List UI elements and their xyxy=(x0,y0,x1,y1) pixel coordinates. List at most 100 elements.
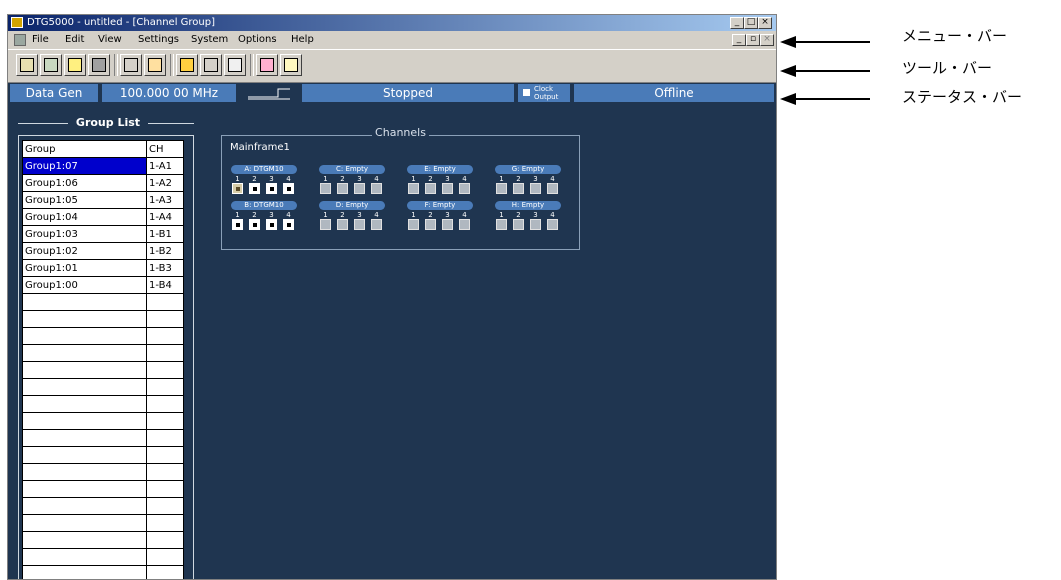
empty-cell[interactable] xyxy=(146,412,184,430)
doc-close-button[interactable]: × xyxy=(760,34,774,46)
channel-empty-box[interactable] xyxy=(408,219,419,230)
empty-table-row[interactable] xyxy=(22,327,184,345)
empty-cell[interactable] xyxy=(22,497,147,515)
channel-assigned-box[interactable] xyxy=(232,183,243,194)
empty-cell[interactable] xyxy=(22,480,147,498)
channel-empty-box[interactable] xyxy=(425,219,436,230)
menu-view[interactable]: View xyxy=(98,34,122,45)
empty-table-row[interactable] xyxy=(22,548,184,566)
channel-empty-box[interactable] xyxy=(513,183,524,194)
empty-table-row[interactable] xyxy=(22,497,184,515)
empty-cell[interactable] xyxy=(22,429,147,447)
empty-table-row[interactable] xyxy=(22,378,184,396)
empty-cell[interactable] xyxy=(146,463,184,481)
empty-cell[interactable] xyxy=(22,548,147,566)
minimize-button[interactable]: _ xyxy=(730,17,744,29)
channel-assigned-box[interactable] xyxy=(283,183,294,194)
empty-cell[interactable] xyxy=(146,565,184,579)
channel-empty-box[interactable] xyxy=(442,183,453,194)
empty-cell[interactable] xyxy=(146,480,184,498)
channel-empty-box[interactable] xyxy=(320,219,331,230)
channel-empty-box[interactable] xyxy=(530,219,541,230)
maximize-button[interactable]: □ xyxy=(744,17,758,29)
empty-cell[interactable] xyxy=(22,463,147,481)
channel-empty-box[interactable] xyxy=(530,183,541,194)
empty-cell[interactable] xyxy=(22,310,147,328)
empty-cell[interactable] xyxy=(146,446,184,464)
help-icon[interactable] xyxy=(280,54,302,76)
channel-empty-box[interactable] xyxy=(459,219,470,230)
empty-table-row[interactable] xyxy=(22,531,184,549)
empty-table-row[interactable] xyxy=(22,463,184,481)
memory-icon[interactable] xyxy=(200,54,222,76)
empty-cell[interactable] xyxy=(146,531,184,549)
empty-cell[interactable] xyxy=(146,514,184,532)
empty-cell[interactable] xyxy=(146,310,184,328)
channel-empty-box[interactable] xyxy=(371,183,382,194)
menu-file[interactable]: File xyxy=(32,34,49,45)
empty-cell[interactable] xyxy=(22,446,147,464)
empty-table-row[interactable] xyxy=(22,514,184,532)
timing-icon[interactable] xyxy=(88,54,110,76)
channel-empty-box[interactable] xyxy=(408,183,419,194)
channel-assigned-box[interactable] xyxy=(249,183,260,194)
channel-assigned-box[interactable] xyxy=(266,219,277,230)
empty-table-row[interactable] xyxy=(22,344,184,362)
title-bar[interactable]: DTG5000 - untitled - [Channel Group] _ □… xyxy=(8,15,776,31)
empty-cell[interactable] xyxy=(22,514,147,532)
empty-cell[interactable] xyxy=(22,531,147,549)
empty-cell[interactable] xyxy=(146,548,184,566)
empty-table-row[interactable] xyxy=(22,412,184,430)
empty-cell[interactable] xyxy=(22,395,147,413)
menu-help[interactable]: Help xyxy=(291,34,314,45)
menu-options[interactable]: Options xyxy=(238,34,277,45)
edit-icon[interactable] xyxy=(176,54,198,76)
empty-table-row[interactable] xyxy=(22,310,184,328)
empty-table-row[interactable] xyxy=(22,480,184,498)
level-icon[interactable] xyxy=(224,54,246,76)
empty-table-row[interactable] xyxy=(22,395,184,413)
channel-empty-box[interactable] xyxy=(459,183,470,194)
channel-empty-box[interactable] xyxy=(442,219,453,230)
empty-cell[interactable] xyxy=(22,565,147,579)
channel-empty-box[interactable] xyxy=(547,219,558,230)
empty-cell[interactable] xyxy=(146,361,184,379)
empty-cell[interactable] xyxy=(146,378,184,396)
waveform-icon[interactable] xyxy=(16,54,38,76)
channel-empty-box[interactable] xyxy=(354,219,365,230)
empty-cell[interactable] xyxy=(146,327,184,345)
sequence-icon[interactable] xyxy=(144,54,166,76)
channel-assigned-box[interactable] xyxy=(283,219,294,230)
channel-assigned-box[interactable] xyxy=(232,219,243,230)
channel-empty-box[interactable] xyxy=(371,219,382,230)
empty-cell[interactable] xyxy=(146,497,184,515)
clock-output-checkbox[interactable] xyxy=(523,89,530,96)
channel-empty-box[interactable] xyxy=(337,183,348,194)
empty-cell[interactable] xyxy=(22,378,147,396)
lightning-icon[interactable] xyxy=(256,54,278,76)
empty-cell[interactable] xyxy=(22,344,147,362)
pattern-icon[interactable] xyxy=(40,54,62,76)
menu-settings[interactable]: Settings xyxy=(138,34,179,45)
menu-edit[interactable]: Edit xyxy=(65,34,84,45)
empty-table-row[interactable] xyxy=(22,565,184,579)
empty-cell[interactable] xyxy=(22,361,147,379)
doc-minimize-button[interactable]: _ xyxy=(732,34,746,46)
channel-empty-box[interactable] xyxy=(496,183,507,194)
channel-empty-box[interactable] xyxy=(496,219,507,230)
empty-table-row[interactable] xyxy=(22,361,184,379)
clock-output-indicator[interactable]: Clock Output xyxy=(518,84,570,102)
group-icon[interactable] xyxy=(64,54,86,76)
menu-system[interactable]: System xyxy=(191,34,228,45)
channel-empty-box[interactable] xyxy=(354,183,365,194)
empty-cell[interactable] xyxy=(22,412,147,430)
channel-icon[interactable] xyxy=(120,54,142,76)
doc-restore-button[interactable]: ▫ xyxy=(746,34,760,46)
close-button[interactable]: × xyxy=(758,17,772,29)
empty-table-row[interactable] xyxy=(22,446,184,464)
channel-empty-box[interactable] xyxy=(547,183,558,194)
empty-cell[interactable] xyxy=(146,344,184,362)
empty-table-row[interactable] xyxy=(22,429,184,447)
channel-assigned-box[interactable] xyxy=(266,183,277,194)
empty-cell[interactable] xyxy=(146,395,184,413)
